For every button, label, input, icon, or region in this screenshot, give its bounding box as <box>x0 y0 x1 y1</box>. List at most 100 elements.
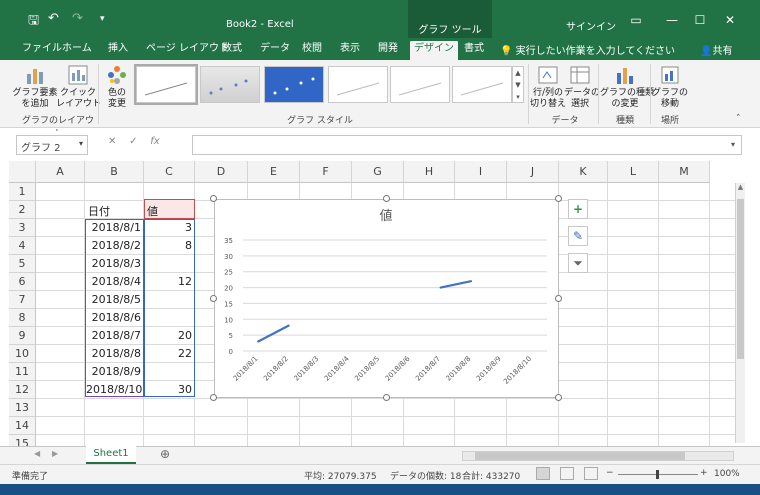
column-header-d[interactable]: D <box>195 161 248 183</box>
tell-me-search[interactable]: 💡 実行したい作業を入力してください <box>500 42 675 57</box>
date-cell[interactable]: 2018/8/10 <box>86 383 142 396</box>
value-cell[interactable]: 8 <box>145 239 192 252</box>
vertical-scroll-thumb[interactable] <box>737 199 744 359</box>
chart-style-4[interactable] <box>328 66 388 103</box>
row-header-7[interactable]: 7 <box>9 291 36 309</box>
tab-data[interactable]: データ <box>256 41 294 60</box>
row-header-5[interactable]: 5 <box>9 255 36 273</box>
chart-filter-icon[interactable]: ⏷ <box>568 253 588 273</box>
worksheet[interactable]: ABCDEFGHIJKLM 1 2 3 4 5 6 7 8 9 10 11 12 13 14 15 日付値 2… <box>0 159 760 453</box>
resize-handle[interactable] <box>210 195 217 202</box>
zoom-level[interactable]: 100% <box>714 469 740 479</box>
resize-handle[interactable] <box>555 195 562 202</box>
value-cell[interactable]: 22 <box>145 347 192 360</box>
value-cell[interactable]: 20 <box>145 329 192 342</box>
styles-scroll[interactable]: ▲ ▼ ▾ <box>512 66 524 103</box>
header-value-cell[interactable]: 値 <box>147 203 187 219</box>
chart-style-2[interactable] <box>200 66 260 103</box>
column-header-k[interactable]: K <box>559 161 608 183</box>
date-cell[interactable]: 2018/8/5 <box>86 293 141 306</box>
tab-home[interactable]: ホーム <box>58 41 96 60</box>
share-button[interactable]: 👤共有 <box>700 42 732 57</box>
row-header-14[interactable]: 14 <box>9 417 36 435</box>
scroll-up-arrow[interactable]: ▲ <box>736 183 745 195</box>
column-header-m[interactable]: M <box>659 161 710 183</box>
select-all-corner[interactable] <box>9 161 36 183</box>
maximize-icon[interactable]: ☐ <box>688 13 712 27</box>
zoom-slider[interactable] <box>618 470 698 479</box>
zoom-in-icon[interactable]: + <box>700 468 708 478</box>
value-cell[interactable]: 30 <box>145 383 192 396</box>
formula-input[interactable] <box>192 135 742 155</box>
value-cell[interactable]: 12 <box>145 275 192 288</box>
cancel-icon[interactable]: ✕ <box>108 136 116 147</box>
tab-formulas[interactable]: 数式 <box>218 41 246 60</box>
ribbon-display-icon[interactable]: ▭ <box>624 13 648 27</box>
resize-handle[interactable] <box>382 195 390 202</box>
redo-icon[interactable]: ↷ <box>72 11 83 26</box>
tab-format[interactable]: 書式 <box>460 41 488 60</box>
value-cell[interactable]: 3 <box>145 221 192 234</box>
select-data-button[interactable]: データの 選択 <box>564 64 600 110</box>
chart-elements-plus-icon[interactable]: + <box>568 199 588 219</box>
row-header-4[interactable]: 4 <box>9 237 36 255</box>
customize-qat-icon[interactable]: ▾ <box>100 14 105 24</box>
name-box-dropdown-icon[interactable]: ▾ <box>79 139 83 148</box>
tab-developer[interactable]: 開発 <box>374 41 402 60</box>
chart-style-3[interactable] <box>264 66 324 103</box>
scroll-up-icon[interactable]: ▲ <box>513 67 523 79</box>
move-chart-button[interactable]: グラフの 移動 <box>652 64 688 110</box>
column-header-i[interactable]: I <box>455 161 507 183</box>
date-cell[interactable]: 2018/8/7 <box>86 329 141 342</box>
row-header-13[interactable]: 13 <box>9 399 36 417</box>
next-sheet-icon[interactable]: ▶ <box>52 449 58 458</box>
scroll-down-icon[interactable]: ▼ <box>513 79 523 91</box>
name-box[interactable]: グラフ 2 ▾ <box>16 135 88 155</box>
switch-row-column-button[interactable]: 行/列の 切り替え <box>530 64 566 110</box>
more-styles-icon[interactable]: ▾ <box>513 91 523 103</box>
column-header-g[interactable]: G <box>352 161 404 183</box>
chart-style-1[interactable] <box>134 64 198 105</box>
insert-function-icon[interactable]: fx <box>150 136 159 147</box>
tab-insert[interactable]: 挿入 <box>104 41 132 60</box>
chart-style-6[interactable] <box>452 66 512 103</box>
column-header-j[interactable]: J <box>507 161 559 183</box>
column-header-f[interactable]: F <box>300 161 352 183</box>
quick-layout-button[interactable]: クイック レイアウト <box>56 64 101 110</box>
resize-handle[interactable] <box>382 394 390 401</box>
close-icon[interactable]: ✕ <box>718 13 742 27</box>
date-cell[interactable]: 2018/8/2 <box>86 239 141 252</box>
tab-view[interactable]: 表示 <box>336 41 364 60</box>
undo-icon[interactable]: ↶ <box>48 11 59 26</box>
row-header-8[interactable]: 8 <box>9 309 36 327</box>
prev-sheet-icon[interactable]: ◀ <box>34 449 40 458</box>
minimize-icon[interactable]: — <box>660 13 684 27</box>
column-header-h[interactable]: H <box>404 161 455 183</box>
column-header-b[interactable]: B <box>85 161 144 183</box>
tab-design[interactable]: デザイン <box>410 41 458 60</box>
row-header-9[interactable]: 9 <box>9 327 36 345</box>
date-cell[interactable]: 2018/8/1 <box>86 221 141 234</box>
column-header-l[interactable]: L <box>608 161 659 183</box>
page-layout-view-icon[interactable] <box>560 467 574 480</box>
enter-icon[interactable]: ✓ <box>129 136 137 147</box>
resize-handle[interactable] <box>555 294 562 302</box>
sheet-tab-sheet1[interactable]: Sheet1 <box>86 446 136 464</box>
column-header-c[interactable]: C <box>144 161 195 183</box>
page-break-view-icon[interactable] <box>584 467 598 480</box>
horizontal-scrollbar[interactable] <box>462 451 734 461</box>
row-header-10[interactable]: 10 <box>9 345 36 363</box>
save-icon[interactable]: 🖫 <box>28 11 39 33</box>
column-header-a[interactable]: A <box>36 161 85 183</box>
vertical-scrollbar[interactable]: ▲ <box>735 183 745 443</box>
expand-formula-icon[interactable]: ▾ <box>731 140 735 149</box>
signin-link[interactable]: サインイン <box>566 18 616 33</box>
resize-handle[interactable] <box>210 394 217 401</box>
date-cell[interactable]: 2018/8/3 <box>86 257 141 270</box>
line-chart[interactable]: 値 0 5 10 15 20 25 30 35 2018/8/1 2018/8/2 2018/8/3 2… <box>214 199 559 398</box>
chart-styles-brush-icon[interactable]: ✎ <box>568 226 588 246</box>
date-cell[interactable]: 2018/8/6 <box>86 311 141 324</box>
row-header-1[interactable]: 1 <box>9 183 36 201</box>
row-header-12[interactable]: 12 <box>9 381 36 399</box>
resize-handle[interactable] <box>555 394 562 401</box>
